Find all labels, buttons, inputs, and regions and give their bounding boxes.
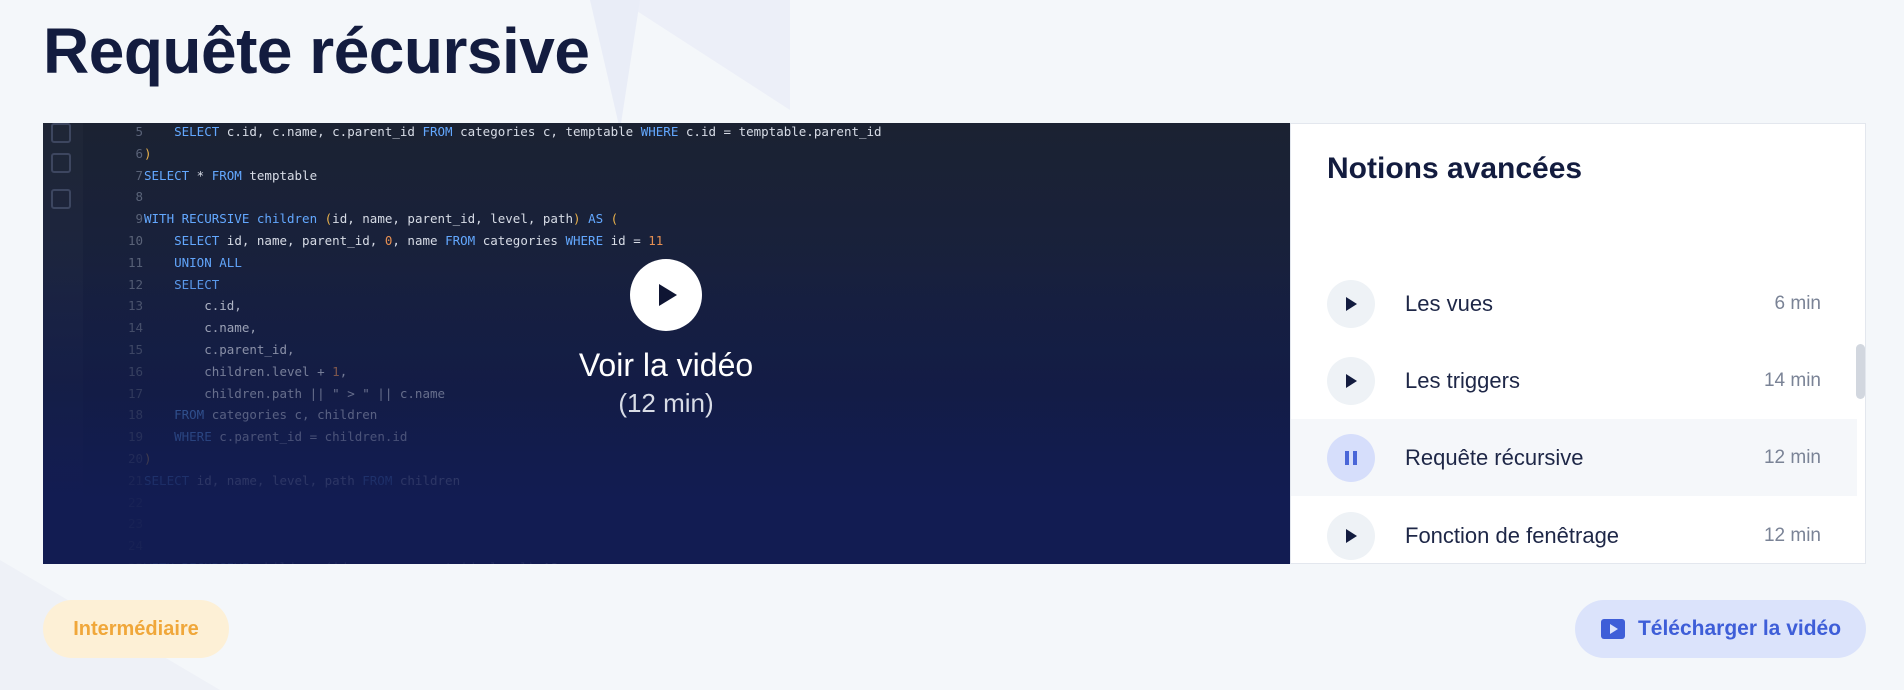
chapter-playlist: Notions avancées Les vues 6 min Les trig…: [1290, 123, 1866, 564]
video-cta-label: Voir la vidéo: [578, 347, 754, 383]
video-file-icon: [1600, 619, 1625, 639]
playlist-item[interactable]: Les vues 6 min: [1291, 265, 1857, 342]
playlist-item-title: Les vues: [1405, 290, 1494, 316]
play-icon[interactable]: [1327, 356, 1375, 405]
playlist-item-active[interactable]: Requête récursive 12 min: [1291, 419, 1857, 496]
play-icon[interactable]: [1327, 511, 1375, 560]
playlist-item[interactable]: Les triggers 14 min: [1291, 342, 1857, 419]
download-video-label: Télécharger la vidéo: [1637, 617, 1842, 640]
pause-icon[interactable]: [1327, 433, 1375, 482]
download-video-button[interactable]: Télécharger la vidéo: [1575, 600, 1866, 658]
video-overlay: [43, 123, 1290, 564]
play-icon[interactable]: [1327, 279, 1375, 328]
playlist-heading: Notions avancées: [1327, 152, 1583, 185]
video-caption[interactable]: Voir la vidéo (12 min): [486, 347, 846, 419]
playlist-item-title: Requête récursive: [1405, 444, 1584, 470]
playlist-item-title: Fonction de fenêtrage: [1405, 522, 1620, 548]
play-video-button[interactable]: [630, 259, 702, 331]
playlist-scrollbar[interactable]: [1856, 344, 1865, 399]
video-duration: (12 min): [618, 388, 714, 418]
playlist-item-duration: 12 min: [1763, 446, 1821, 468]
page-title: Requête récursive: [43, 15, 590, 87]
playlist-item-duration: 6 min: [1774, 292, 1821, 314]
level-badge: Intermédiaire: [43, 600, 229, 658]
playlist-item-title: Les triggers: [1405, 367, 1520, 393]
playlist-item-duration: 14 min: [1763, 369, 1821, 391]
playlist-item[interactable]: Fonction de fenêtrage 12 min: [1291, 497, 1857, 574]
play-icon: [659, 284, 677, 306]
video-player[interactable]: 5 SELECT c.id, c.name, c.parent_id FROM …: [43, 123, 1290, 564]
playlist-item-duration: 12 min: [1763, 524, 1821, 546]
